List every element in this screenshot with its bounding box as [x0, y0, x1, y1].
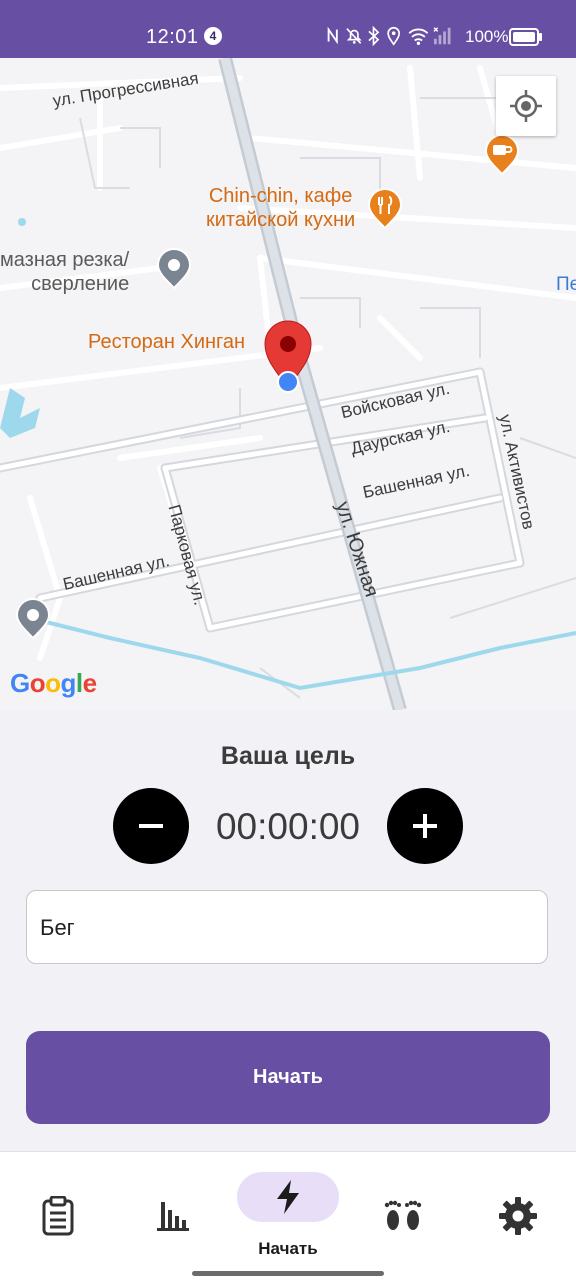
restaurant-pin-icon[interactable]: [367, 188, 403, 230]
nav-item-history[interactable]: [0, 1152, 115, 1281]
goal-title: Ваша цель: [220, 742, 356, 770]
nav-item-stats[interactable]: [115, 1152, 230, 1281]
nav-item-start[interactable]: [230, 1152, 345, 1281]
service-pin-icon[interactable]: [156, 248, 192, 290]
status-icons: [327, 25, 451, 47]
status-time: 12:01: [146, 26, 199, 48]
wifi-icon: [408, 28, 429, 45]
poi-label-cafe: Chin-chin, кафе китайской кухни: [206, 185, 356, 231]
bell-off-icon: [346, 28, 362, 44]
minus-icon: [139, 824, 163, 828]
clipboard-icon: [42, 1196, 73, 1236]
gear-icon: [498, 1197, 537, 1235]
status-bar: 12:01 4 100%: [0, 0, 576, 58]
activity-type-value: Бег: [40, 915, 75, 940]
google-logo: Google: [10, 668, 97, 698]
bar-chart-icon: [156, 1202, 189, 1231]
battery-percent: 100%: [465, 27, 509, 46]
home-indicator[interactable]: [192, 1271, 384, 1276]
service-pin-icon-2[interactable]: [15, 598, 51, 640]
location-icon: [387, 27, 400, 46]
user-location-dot: [277, 371, 299, 393]
bluetooth-icon: [368, 25, 380, 47]
goal-timer: 00:00:00: [215, 806, 361, 847]
poi-label-cutting: мазная резка/ сверление: [0, 249, 130, 295]
nav-item-steps[interactable]: [345, 1152, 460, 1281]
cafe-pin-icon[interactable]: [484, 134, 520, 176]
notification-badge: 4: [204, 27, 222, 45]
crosshair-icon: [510, 90, 542, 122]
poi-label-restaurant: Ресторан Хинган: [88, 331, 246, 353]
battery-icon: [509, 28, 542, 46]
nav-active-label: Начать: [258, 1239, 318, 1258]
bottom-navigation: Начать: [0, 1151, 576, 1281]
bolt-icon: [276, 1180, 299, 1214]
map-view[interactable]: ул. Прогрессивная Войсковая ул. Даурская…: [0, 58, 576, 710]
nfc-icon: [327, 26, 338, 45]
my-location-button[interactable]: [496, 76, 556, 136]
increase-time-button[interactable]: [387, 788, 463, 864]
poi-label-edge: Пе: [556, 274, 576, 295]
footprints-icon: [384, 1200, 421, 1230]
nav-item-settings[interactable]: [460, 1152, 575, 1281]
signal-icon: [433, 27, 451, 45]
start-button[interactable]: Начать: [26, 1031, 550, 1124]
activity-type-field[interactable]: Бег: [26, 890, 548, 964]
decrease-time-button[interactable]: [113, 788, 189, 864]
